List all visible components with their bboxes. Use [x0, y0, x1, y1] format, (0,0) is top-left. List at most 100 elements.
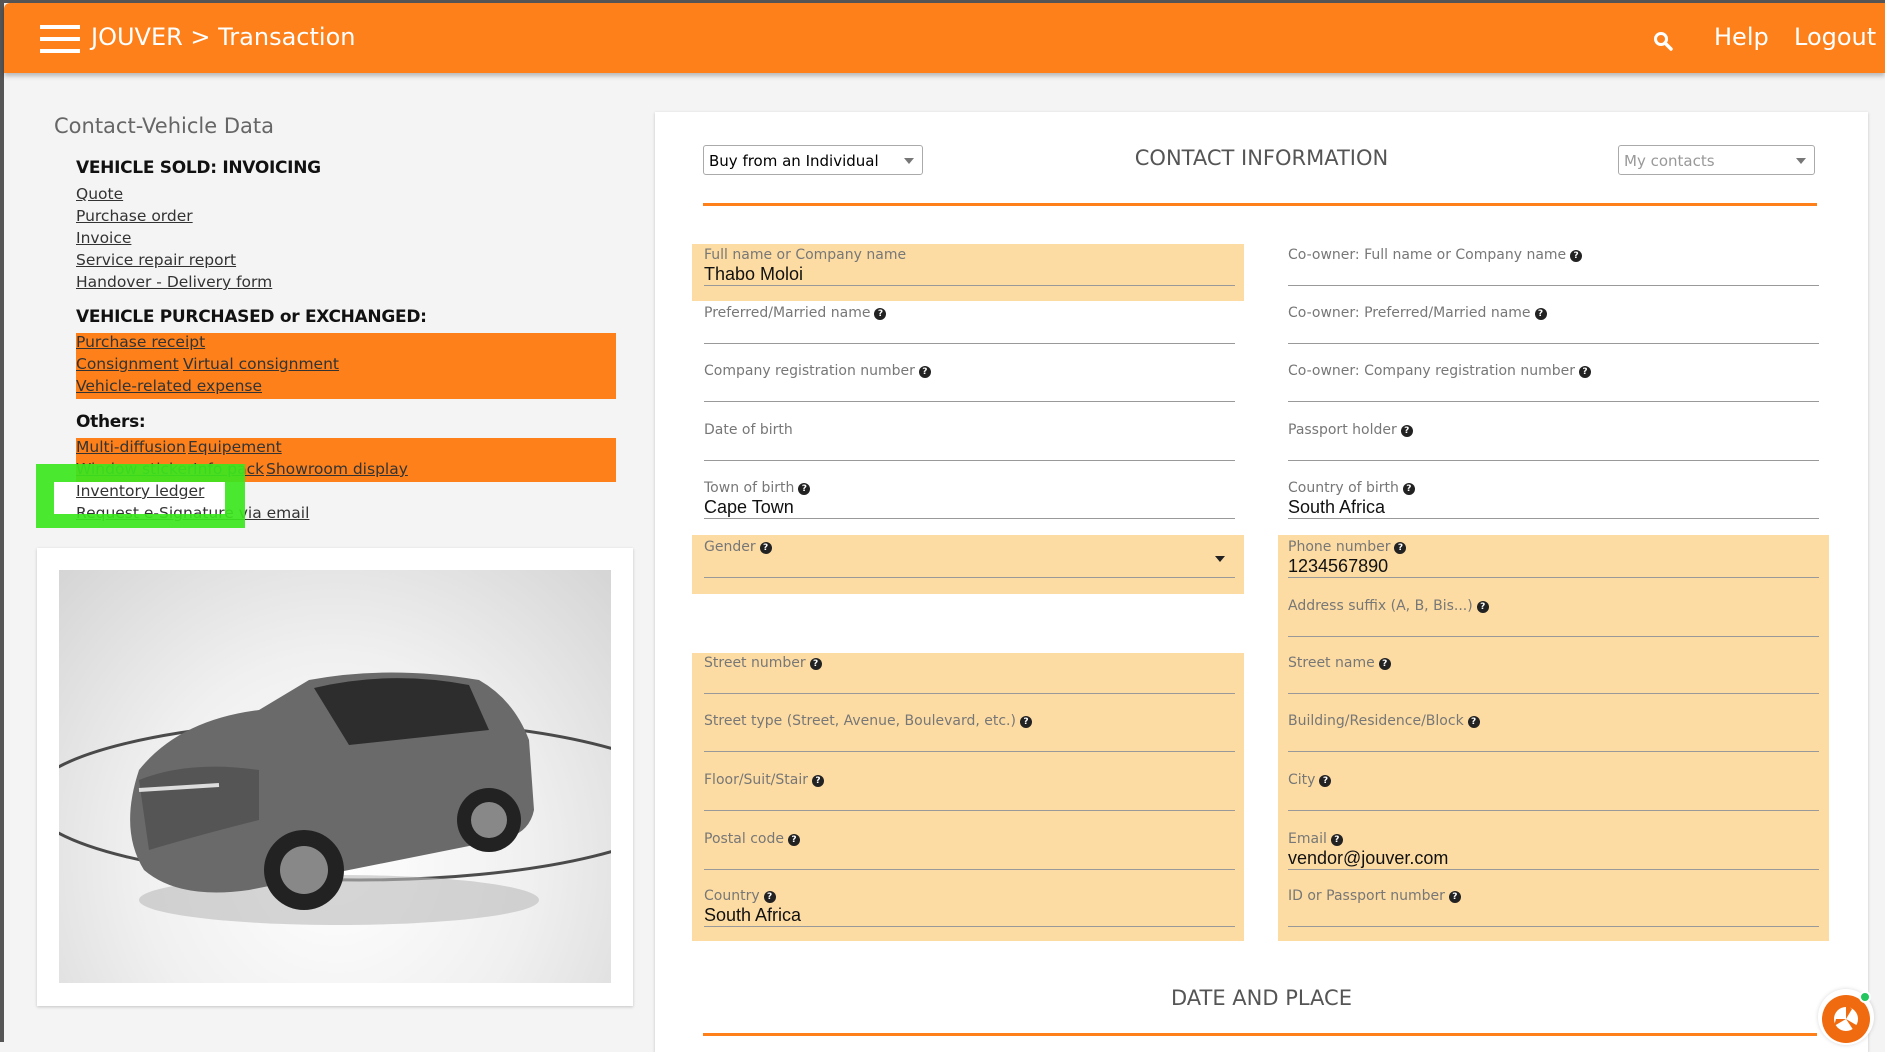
field-label-text: Preferred/Married name — [704, 305, 871, 321]
caret-down-icon[interactable] — [1215, 556, 1225, 567]
help-icon[interactable]: ? — [1019, 716, 1032, 728]
link-equipement[interactable]: Equipement — [188, 438, 282, 456]
field-email[interactable]: Email? vendor@jouver.com — [1288, 829, 1819, 870]
field-phone-number[interactable]: Phone number? 1234567890 — [1288, 537, 1819, 578]
panel-title: Contact-Vehicle Data — [54, 114, 274, 138]
help-icon[interactable]: ? — [1467, 716, 1480, 728]
field-label: Co-owner: Company registration number? — [1288, 361, 1819, 381]
link-service-repair-report[interactable]: Service repair report — [76, 251, 236, 269]
search-icon[interactable] — [1652, 30, 1674, 52]
my-contacts-select[interactable]: My contacts — [1618, 145, 1815, 175]
field-label: Country of birth? — [1288, 478, 1819, 498]
field-label-text: Company registration number — [704, 363, 915, 379]
field-label-text: Street name — [1288, 655, 1375, 671]
field-preferred-married-name[interactable]: Preferred/Married name? — [704, 303, 1235, 344]
link-multi-diffusion[interactable]: Multi-diffusion — [76, 438, 186, 456]
help-icon[interactable]: ? — [1394, 542, 1407, 554]
field-street-type-street-avenue-boulevard-etc[interactable]: Street type (Street, Avenue, Boulevard, … — [704, 711, 1235, 752]
field-label-text: Building/Residence/Block — [1288, 713, 1464, 729]
link-quote[interactable]: Quote — [76, 185, 123, 203]
field-label-text: Street type (Street, Avenue, Boulevard, … — [704, 713, 1016, 729]
section-divider — [703, 1033, 1817, 1036]
link-inventory-ledger[interactable]: Inventory ledger — [76, 482, 204, 500]
chat-logo-icon — [1822, 991, 1871, 1043]
link-info-pack[interactable]: Info pack — [193, 460, 264, 478]
field-label: Phone number? — [1288, 537, 1819, 557]
help-link[interactable]: Help — [1714, 23, 1769, 51]
field-label: Street number? — [704, 653, 1235, 673]
link-purchase-order[interactable]: Purchase order — [76, 207, 193, 225]
help-icon[interactable]: ? — [1448, 891, 1461, 903]
field-postal-code[interactable]: Postal code? — [704, 829, 1235, 870]
help-icon[interactable]: ? — [812, 775, 825, 787]
chat-assistant-button[interactable] — [1818, 989, 1874, 1045]
field-label: Town of birth? — [704, 478, 1235, 498]
help-icon[interactable]: ? — [874, 308, 887, 320]
help-icon[interactable]: ? — [759, 542, 772, 554]
field-town-of-birth[interactable]: Town of birth? Cape Town — [704, 478, 1235, 519]
field-label: Co-owner: Preferred/Married name? — [1288, 303, 1819, 323]
field-label: Gender? — [704, 537, 1235, 557]
logout-link[interactable]: Logout — [1794, 23, 1876, 51]
field-street-name[interactable]: Street name? — [1288, 653, 1819, 694]
field-building-residence-block[interactable]: Building/Residence/Block? — [1288, 711, 1819, 752]
help-icon[interactable]: ? — [763, 891, 776, 903]
help-icon[interactable]: ? — [1570, 250, 1583, 262]
link-purchase-receipt[interactable]: Purchase receipt — [76, 333, 205, 351]
field-value[interactable]: South Africa — [704, 906, 1235, 924]
section-heading-others: Others: — [76, 412, 146, 432]
help-icon[interactable]: ? — [1319, 775, 1332, 787]
link-consignment[interactable]: Consignment — [76, 355, 179, 373]
help-icon[interactable]: ? — [918, 366, 931, 378]
field-country-of-birth[interactable]: Country of birth? South Africa — [1288, 478, 1819, 519]
link-request-e-signature[interactable]: Request e-Signature via email — [76, 504, 309, 522]
field-label: Postal code? — [704, 829, 1235, 849]
link-handover-delivery-form[interactable]: Handover - Delivery form — [76, 273, 272, 291]
field-country[interactable]: Country? South Africa — [704, 886, 1235, 927]
help-icon[interactable]: ? — [1579, 366, 1592, 378]
field-label-text: Email — [1288, 831, 1327, 847]
link-vehicle-related-expense[interactable]: Vehicle-related expense — [76, 377, 262, 395]
field-value[interactable]: vendor@jouver.com — [1288, 849, 1819, 867]
window-frame — [0, 0, 4, 1042]
link-invoice[interactable]: Invoice — [76, 229, 131, 247]
help-icon[interactable]: ? — [798, 483, 811, 495]
field-value[interactable]: Cape Town — [704, 498, 1235, 516]
field-label-text: Date of birth — [704, 422, 793, 438]
field-passport-holder[interactable]: Passport holder? — [1288, 420, 1819, 461]
field-id-or-passport-number[interactable]: ID or Passport number? — [1288, 886, 1819, 927]
field-date-of-birth[interactable]: Date of birth — [704, 420, 1235, 461]
field-label-text: City — [1288, 772, 1316, 788]
help-icon[interactable]: ? — [1330, 834, 1343, 846]
field-label: Preferred/Married name? — [704, 303, 1235, 323]
link-showroom-display[interactable]: Showroom display — [266, 460, 408, 478]
field-street-number[interactable]: Street number? — [704, 653, 1235, 694]
field-label: Country? — [704, 886, 1235, 906]
field-label-text: Co-owner: Preferred/Married name — [1288, 305, 1531, 321]
help-icon[interactable]: ? — [1534, 308, 1547, 320]
field-co-owner-company-registration-number[interactable]: Co-owner: Company registration number? — [1288, 361, 1819, 402]
field-floor-suit-stair[interactable]: Floor/Suit/Stair? — [704, 770, 1235, 811]
link-virtual-consignment[interactable]: Virtual consignment — [183, 355, 339, 373]
field-label-text: Postal code — [704, 831, 784, 847]
hamburger-menu-icon[interactable] — [40, 25, 80, 53]
help-icon[interactable]: ? — [1402, 483, 1415, 495]
help-icon[interactable]: ? — [809, 658, 822, 670]
help-icon[interactable]: ? — [1400, 425, 1413, 437]
help-icon[interactable]: ? — [1476, 601, 1489, 613]
field-label: City? — [1288, 770, 1819, 790]
field-value[interactable]: South Africa — [1288, 498, 1819, 516]
field-full-name-or-company-name[interactable]: Full name or Company name Thabo Moloi — [704, 245, 1235, 286]
select-gender[interactable]: Gender? — [704, 537, 1235, 578]
help-icon[interactable]: ? — [1378, 658, 1391, 670]
field-city[interactable]: City? — [1288, 770, 1819, 811]
help-icon[interactable]: ? — [787, 834, 800, 846]
field-company-registration-number[interactable]: Company registration number? — [704, 361, 1235, 402]
field-address-suffix-a-b-bis[interactable]: Address suffix (A, B, Bis...)? — [1288, 596, 1819, 637]
field-co-owner-preferred-married-name[interactable]: Co-owner: Preferred/Married name? — [1288, 303, 1819, 344]
link-window-sticker[interactable]: Window sticker — [76, 460, 193, 478]
field-value[interactable]: 1234567890 — [1288, 557, 1819, 575]
field-value[interactable]: Thabo Moloi — [704, 265, 1235, 283]
field-co-owner-full-name-or-company-name[interactable]: Co-owner: Full name or Company name? — [1288, 245, 1819, 286]
top-bar: JOUVER > Transaction Help Logout — [4, 3, 1885, 73]
